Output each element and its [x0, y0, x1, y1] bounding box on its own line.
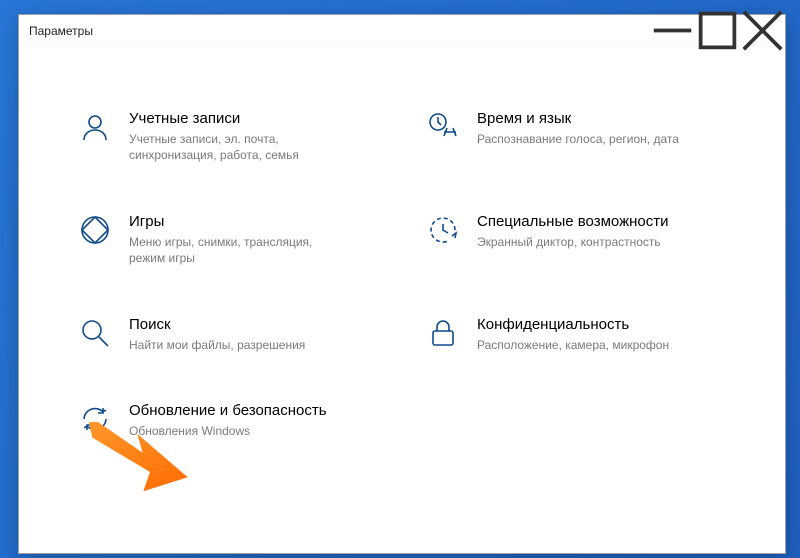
tile-desc: Меню игры, снимки, трансляция, режим игр… — [129, 234, 339, 268]
tile-ease-of-access[interactable]: Специальные возможности Экранный диктор,… — [427, 212, 745, 267]
tile-title: Учетные записи — [129, 109, 339, 129]
ease-of-access-icon — [427, 214, 459, 246]
tile-update-security[interactable]: Обновление и безопасность Обновления Win… — [79, 401, 397, 439]
time-language-icon — [427, 111, 459, 143]
tile-title: Игры — [129, 212, 339, 232]
search-icon — [79, 317, 111, 349]
privacy-icon — [427, 317, 459, 349]
title-bar: Параметры — [19, 15, 785, 47]
tile-title: Поиск — [129, 315, 305, 335]
window-controls — [650, 15, 785, 46]
tile-desc: Обновления Windows — [129, 423, 327, 440]
accounts-icon — [79, 111, 111, 143]
tile-time-language[interactable]: Время и язык Распознавание голоса, регио… — [427, 109, 745, 164]
tile-desc: Распознавание голоса, регион, дата — [477, 131, 679, 148]
tile-title: Время и язык — [477, 109, 679, 129]
gaming-icon — [79, 214, 111, 246]
tile-desc: Экранный диктор, контрастность — [477, 234, 669, 251]
tile-desc: Учетные записи, эл. почта, синхронизация… — [129, 131, 339, 165]
tile-privacy[interactable]: Конфиденциальность Расположение, камера,… — [427, 315, 745, 353]
tile-accounts[interactable]: Учетные записи Учетные записи, эл. почта… — [79, 109, 397, 164]
update-security-icon — [79, 403, 111, 435]
window-title: Параметры — [29, 24, 93, 38]
settings-window: Параметры Учетные записи Учетные записи,… — [18, 14, 786, 554]
tile-desc: Найти мои файлы, разрешения — [129, 337, 305, 354]
tile-title: Специальные возможности — [477, 212, 669, 232]
tile-title: Обновление и безопасность — [129, 401, 327, 421]
tiles-grid: Учетные записи Учетные записи, эл. почта… — [19, 47, 785, 553]
maximize-button[interactable] — [695, 15, 740, 46]
tile-search[interactable]: Поиск Найти мои файлы, разрешения — [79, 315, 397, 353]
close-button[interactable] — [740, 15, 785, 46]
tile-gaming[interactable]: Игры Меню игры, снимки, трансляция, режи… — [79, 212, 397, 267]
tile-title: Конфиденциальность — [477, 315, 669, 335]
minimize-button[interactable] — [650, 15, 695, 46]
tile-desc: Расположение, камера, микрофон — [477, 337, 669, 354]
